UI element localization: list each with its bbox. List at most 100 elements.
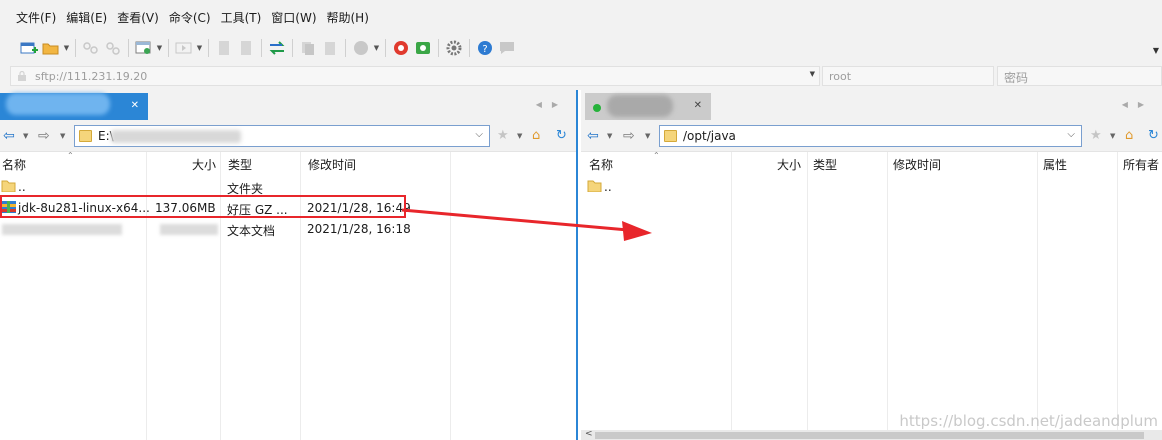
chevron-down-icon[interactable]: ⌵	[475, 129, 483, 140]
menu-view[interactable]: 查看(V)	[112, 9, 164, 26]
back-arrow-icon[interactable]: ⇦	[3, 128, 15, 144]
menu-help[interactable]: 帮助(H)	[322, 9, 374, 26]
chevron-down-icon[interactable]: ▼	[517, 132, 522, 140]
chevron-down-icon[interactable]: ▼	[607, 132, 612, 140]
chevron-down-icon[interactable]: ▼	[155, 44, 164, 52]
home-folder-icon[interactable]: ⌂	[1125, 128, 1133, 143]
menu-file[interactable]: 文件(F)	[11, 9, 61, 26]
column-header-size[interactable]: 大小	[190, 152, 216, 174]
menu-window[interactable]: 窗口(W)	[266, 9, 321, 26]
chevron-down-icon[interactable]: ▼	[810, 70, 815, 78]
column-header-attributes[interactable]: 属性	[1041, 152, 1067, 174]
column-header-size[interactable]: 大小	[775, 152, 801, 174]
local-pane: ✕ ◀▶ ⇦ ▼ ⇨ ▼ E:\ ⌵ ★ ▼ ⌂ ↻ ⌃ 名称 大小 类型 修改…	[0, 90, 578, 440]
file-modified: 2021/1/28, 16:18	[307, 222, 411, 236]
lock-icon	[18, 70, 26, 81]
remote-nav-bar: ⇦ ▼ ⇨ ▼ /opt/java ⌵ ★ ▼ ⌂ ↻	[581, 120, 1162, 152]
toolbar: ▼ ▼ ▼ ▼ ? ▼	[0, 34, 1162, 62]
stop-disabled-icon	[350, 37, 372, 59]
new-session-icon[interactable]	[18, 37, 40, 59]
chevron-down-icon: ▼	[373, 44, 380, 52]
remote-tab-strip: ✕ ◀▶	[581, 90, 1162, 120]
horizontal-scrollbar[interactable]: <	[581, 429, 1162, 440]
document-disabled-icon	[235, 37, 257, 59]
toolbar-overflow-icon[interactable]: ▼	[1153, 46, 1159, 55]
close-icon[interactable]: ✕	[694, 100, 702, 111]
toolbar-divider	[469, 39, 470, 57]
redacted-tab-label	[6, 93, 110, 115]
gear-icon[interactable]	[443, 37, 465, 59]
column-header-name[interactable]: 名称	[0, 152, 26, 174]
folder-icon	[664, 130, 677, 142]
star-icon[interactable]: ★	[497, 128, 509, 143]
refresh-icon[interactable]: ↻	[1148, 128, 1159, 143]
watermark: https://blog.csdn.net/jadeandplum	[899, 412, 1158, 430]
close-icon[interactable]: ✕	[131, 100, 139, 111]
file-row[interactable]: ..	[581, 177, 1162, 198]
redacted-file-name	[2, 224, 122, 235]
home-folder-icon[interactable]: ⌂	[532, 128, 540, 143]
scrollbar-thumb[interactable]	[595, 432, 1144, 439]
transfer-icon[interactable]	[266, 37, 288, 59]
password-input[interactable]: 密码	[997, 66, 1162, 86]
remote-path-input[interactable]: /opt/java ⌵	[659, 125, 1082, 147]
toolbar-divider	[261, 39, 262, 57]
help-icon[interactable]: ?	[474, 37, 496, 59]
refresh-icon[interactable]: ↻	[556, 128, 567, 143]
remote-pane: ✕ ◀▶ ⇦ ▼ ⇨ ▼ /opt/java ⌵ ★ ▼ ⌂ ↻ ⌃ 名称 大小…	[581, 90, 1162, 440]
star-icon[interactable]: ★	[1090, 128, 1102, 143]
toolbar-divider	[168, 39, 169, 57]
column-header-name[interactable]: 名称	[587, 152, 613, 174]
filezilla-like-window: 文件(F) 编辑(E) 查看(V) 命令(C) 工具(T) 窗口(W) 帮助(H…	[0, 0, 1162, 440]
local-tab-strip: ✕ ◀▶	[0, 90, 576, 120]
column-header-type[interactable]: 类型	[811, 152, 837, 174]
menu-edit[interactable]: 编辑(E)	[61, 9, 112, 26]
chevron-down-icon[interactable]: ⌵	[1067, 129, 1075, 140]
chevron-down-icon[interactable]: ▼	[23, 132, 28, 140]
open-folder-icon[interactable]	[40, 37, 62, 59]
menu-tools[interactable]: 工具(T)	[216, 9, 267, 26]
chevron-down-icon[interactable]: ▼	[60, 132, 65, 140]
spiral-app-icon[interactable]	[390, 37, 412, 59]
sort-up-icon: ⌃	[67, 151, 74, 160]
folder-icon	[79, 130, 92, 142]
column-header-modified[interactable]: 修改时间	[891, 152, 941, 174]
local-tab[interactable]: ✕	[0, 93, 148, 120]
toolbar-divider	[438, 39, 439, 57]
forward-arrow-icon[interactable]: ⇨	[38, 128, 50, 144]
address-bar: sftp://111.231.19.20 ▼ root 密码	[0, 62, 1162, 90]
file-type: 文本文档	[227, 224, 276, 238]
toolbar-divider	[128, 39, 129, 57]
redacted-tab-label	[607, 95, 673, 117]
svg-text:?: ?	[482, 44, 487, 55]
window-settings-icon[interactable]	[133, 37, 155, 59]
toolbar-divider	[385, 39, 386, 57]
remote-tab[interactable]: ✕	[585, 93, 711, 120]
username-input[interactable]: root	[822, 66, 994, 86]
scroll-left-icon[interactable]: <	[585, 429, 593, 439]
back-arrow-icon[interactable]: ⇦	[587, 128, 599, 144]
forward-arrow-icon[interactable]: ⇨	[623, 128, 635, 144]
chevron-down-icon[interactable]: ▼	[645, 132, 650, 140]
local-path-input[interactable]: E:\ ⌵	[74, 125, 490, 147]
chat-icon	[496, 37, 518, 59]
column-header-modified[interactable]: 修改时间	[306, 152, 356, 174]
sync-disabled-icon	[80, 37, 102, 59]
link-disabled-icon	[102, 37, 124, 59]
menu-command[interactable]: 命令(C)	[164, 9, 216, 26]
redacted-file-size	[160, 224, 218, 235]
column-header-type[interactable]: 类型	[226, 152, 252, 174]
chevron-down-icon[interactable]: ▼	[1110, 132, 1115, 140]
host-input[interactable]: sftp://111.231.19.20 ▼	[10, 66, 820, 86]
chevron-down-icon[interactable]: ▼	[62, 44, 71, 52]
menu-bar: 文件(F) 编辑(E) 查看(V) 命令(C) 工具(T) 窗口(W) 帮助(H…	[0, 0, 1162, 34]
remote-path-value: /opt/java	[683, 129, 736, 143]
xshell-app-icon[interactable]	[412, 37, 434, 59]
toolbar-divider	[345, 39, 346, 57]
column-header-owner[interactable]: 所有者	[1121, 152, 1159, 174]
tab-scroll-icon[interactable]: ◀▶	[1122, 100, 1154, 109]
file-name: ..	[18, 180, 26, 194]
local-nav-bar: ⇦ ▼ ⇨ ▼ E:\ ⌵ ★ ▼ ⌂ ↻	[0, 120, 576, 152]
connected-status-icon	[593, 104, 601, 112]
tab-scroll-icon[interactable]: ◀▶	[536, 100, 568, 109]
